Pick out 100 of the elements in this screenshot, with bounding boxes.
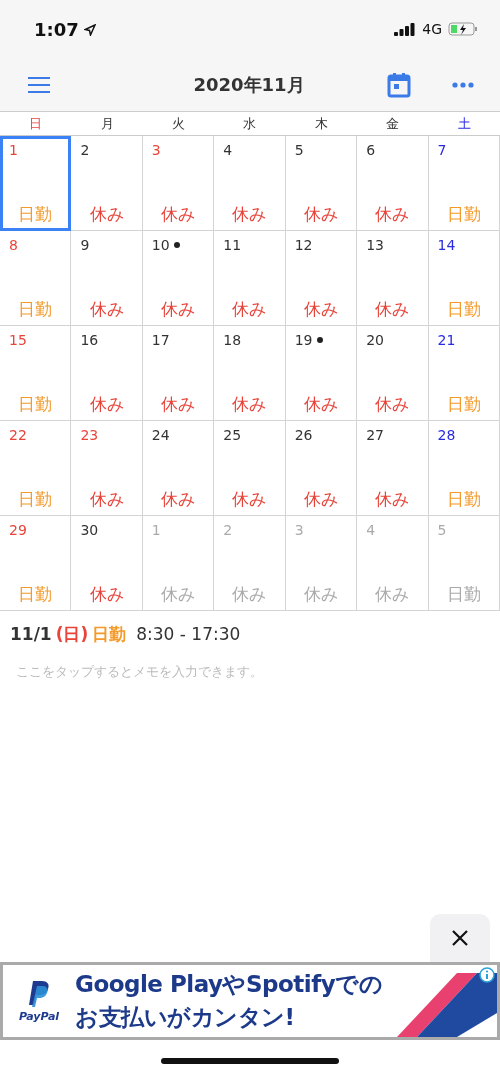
ad-banner[interactable]: PayPal Google PlayやSpotifyでの お支払いがカンタン! (0, 962, 500, 1040)
day-cell[interactable]: 6 休み (357, 136, 429, 231)
day-number: 18 (223, 332, 242, 348)
day-number: 16 (80, 332, 99, 348)
shift-label: 日勤 (446, 203, 481, 226)
status-time: 1:07 (34, 18, 96, 40)
day-number: 5 (294, 142, 304, 158)
day-number: 13 (366, 237, 384, 253)
day-cell[interactable]: 13 休み (357, 231, 429, 326)
day-cell[interactable]: 26 休み (285, 421, 358, 516)
day-number: 4 (223, 142, 233, 158)
weekday-label: 水 (242, 115, 258, 133)
month-title: 2020年11月 (192, 72, 306, 97)
day-cell[interactable]: 27 休み (357, 421, 429, 516)
day-number: 8 (9, 237, 18, 253)
day-cell[interactable]: 8 日勤 (0, 231, 72, 326)
shift-label: 休み (303, 298, 338, 321)
shift-label: 休み (89, 203, 124, 226)
day-number: 17 (151, 332, 170, 348)
shift-label: 休み (89, 298, 124, 321)
shift-label: 休み (375, 393, 410, 416)
shift-label: 休み (375, 583, 410, 606)
day-cell[interactable]: 9 休み (71, 231, 143, 326)
day-cell[interactable]: 17 休み (142, 326, 215, 421)
shift-label: 日勤 (18, 203, 53, 226)
day-number: 7 (437, 142, 447, 158)
day-cell[interactable]: 14 日勤 (428, 231, 500, 326)
shift-label: 日勤 (446, 488, 481, 511)
ad-subline: お支払いがカンタン! (75, 1003, 296, 1032)
day-cell[interactable]: 10 休み (142, 231, 215, 326)
detail-shift: 日勤 (92, 623, 127, 646)
detail-time: 8:30 - 17:30 (136, 624, 241, 644)
day-number: 22 (9, 427, 27, 443)
day-number: 3 (151, 142, 161, 158)
day-number: 20 (366, 332, 384, 348)
calendar-icon (387, 71, 411, 98)
day-number: 6 (366, 142, 376, 158)
day-number: 11 (223, 237, 242, 253)
shift-label: 休み (375, 298, 410, 321)
day-cell[interactable]: 28 日勤 (428, 421, 500, 516)
shift-label: 休み (232, 298, 267, 321)
day-cell[interactable]: 1 日勤 (0, 136, 72, 231)
network-label: 4G (422, 21, 442, 37)
shift-label: 休み (375, 203, 410, 226)
close-button[interactable] (430, 914, 490, 962)
day-number: 15 (9, 332, 27, 348)
day-cell[interactable]: 7 日勤 (428, 136, 500, 231)
day-number: 2 (80, 142, 90, 158)
day-number: 26 (294, 427, 313, 443)
info-icon[interactable] (479, 967, 495, 983)
day-cell[interactable]: 20 休み (357, 326, 429, 421)
shift-label: 日勤 (18, 583, 53, 606)
day-number: 14 (437, 237, 456, 253)
shift-label: 休み (232, 488, 267, 511)
shift-label: 日勤 (446, 298, 481, 321)
day-cell[interactable]: 18 休み (214, 326, 286, 421)
ad-headline: Google PlayやSpotifyでの (75, 970, 383, 999)
more-icon (452, 81, 474, 88)
day-number: 9 (80, 237, 90, 253)
day-cell[interactable]: 19 休み (285, 326, 358, 421)
day-number: 2 (223, 522, 233, 538)
day-cell[interactable]: 22 日勤 (0, 421, 72, 516)
day-cell[interactable]: 5 休み (285, 136, 358, 231)
weekday-label: 土 (456, 115, 472, 133)
weekday-label: 金 (385, 115, 401, 133)
day-number: 3 (294, 522, 304, 538)
shift-label: 日勤 (446, 583, 481, 606)
day-cell[interactable]: 12 休み (285, 231, 358, 326)
calendar-button[interactable] (386, 71, 412, 98)
weekday-label: 日 (28, 115, 44, 133)
detail-weekday: (日) (55, 623, 89, 646)
day-cell[interactable]: 25 休み (214, 421, 286, 516)
day-number: 23 (80, 427, 99, 443)
shift-label: 休み (89, 488, 124, 511)
day-number: 12 (294, 237, 313, 253)
day-cell[interactable]: 3 休み (142, 136, 215, 231)
day-number: 1 (9, 142, 18, 158)
weekday-label: 火 (171, 115, 187, 133)
shift-label: 休み (161, 393, 196, 416)
paypal-brand: PayPal (18, 1009, 60, 1023)
battery-icon (448, 22, 478, 36)
day-cell[interactable]: 23 休み (71, 421, 143, 516)
shift-label: 日勤 (18, 488, 53, 511)
day-cell[interactable]: 15 日勤 (0, 326, 72, 421)
day-number: 28 (437, 427, 456, 443)
day-cell[interactable]: 30 休み (71, 516, 143, 611)
day-number: 24 (151, 427, 170, 443)
day-cell[interactable]: 29 日勤 (0, 516, 72, 611)
day-number: 4 (366, 522, 376, 538)
shift-label: 休み (232, 203, 267, 226)
close-icon (451, 929, 469, 947)
day-cell[interactable]: 11 休み (214, 231, 286, 326)
day-cell[interactable]: 24 休み (142, 421, 215, 516)
location-icon (83, 23, 96, 36)
day-cell[interactable]: 16 休み (71, 326, 143, 421)
day-cell[interactable]: 4 休み (214, 136, 286, 231)
shift-label: 休み (303, 583, 338, 606)
day-cell[interactable]: 21 日勤 (428, 326, 500, 421)
day-cell[interactable]: 2 休み (71, 136, 143, 231)
day-number: 25 (223, 427, 242, 443)
